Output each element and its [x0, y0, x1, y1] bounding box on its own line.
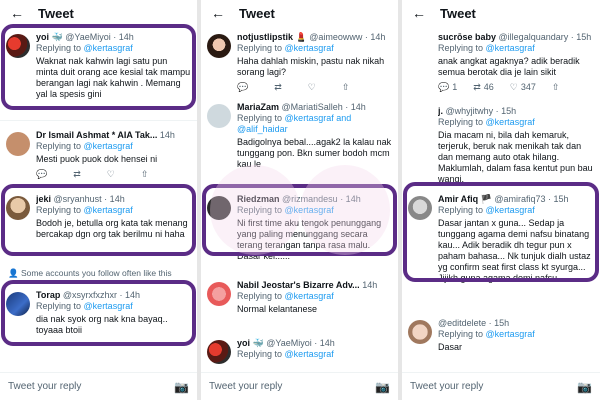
author-line: MariaZam @MariatiSalleh · 14h [237, 102, 366, 112]
header: ← Tweet [201, 0, 398, 26]
tweet-thread-panel-3: ← Tweet sucrōse baby @illegalquandary · … [402, 0, 600, 400]
like-icon[interactable]: ♡ [308, 82, 316, 93]
share-icon[interactable]: ⇧ [342, 82, 350, 93]
retweet-icon[interactable]: ⇄ [73, 169, 81, 180]
reply-icon[interactable]: 💬 [237, 82, 248, 93]
tweet-text: Mesti puok puok dok hensei ni [36, 154, 158, 164]
avatar[interactable] [408, 108, 432, 132]
retweet-icon[interactable]: ⇄ [274, 82, 282, 93]
like-count[interactable]: ♡ 347 [510, 82, 536, 93]
reply-tweet[interactable]: notjustlipstik 💄 @aimeowww · 14h Replyin… [201, 28, 398, 93]
author-line: @editdelete · 15h [438, 318, 510, 328]
share-icon[interactable]: ⇧ [141, 169, 149, 180]
avatar[interactable] [207, 34, 231, 58]
avatar[interactable] [207, 104, 231, 128]
tweet-thread-panel-2: ← Tweet notjustlipstik 💄 @aimeowww · 14h… [201, 0, 398, 400]
screenshot-collage: ← Tweet yoi 🐳 @YaeMiyoi · 14h Replying t… [0, 0, 600, 400]
reply-composer[interactable]: Tweet your reply 📷 [402, 372, 600, 400]
tweet-text: Normal kelantanese [237, 304, 318, 314]
reply-input-placeholder[interactable]: Tweet your reply [8, 381, 81, 392]
reply-tweet[interactable]: @editdelete · 15h Replying to @kertasgra… [402, 314, 600, 353]
tweet-thread-panel-1: ← Tweet yoi 🐳 @YaeMiyoi · 14h Replying t… [0, 0, 197, 400]
reply-tweet[interactable]: Nabil Jeostar's Bizarre Adv... 14h Reply… [201, 276, 398, 315]
like-icon[interactable]: ♡ [107, 169, 115, 180]
reply-icon[interactable]: 💬 [36, 169, 47, 180]
tweet-text: Badigolnya bebal....agak2 la kalau nak t… [237, 137, 392, 169]
camera-icon[interactable]: 📷 [375, 380, 390, 394]
avatar[interactable] [207, 340, 231, 364]
tweet-text: anak angkat agaknya? adik beradik semua … [438, 56, 580, 77]
replying-to: Replying to @kertasgraf [438, 329, 535, 339]
replying-to: Replying to @kertasgraf [237, 349, 334, 359]
reply-tweet[interactable]: Dr Ismail Ashmat * AIA Tak... 14h Replyi… [0, 126, 197, 180]
avatar[interactable] [6, 132, 30, 156]
divider [0, 120, 197, 121]
reply-tweet[interactable]: MariaZam @MariatiSalleh · 14h Replying t… [201, 98, 398, 170]
highlight-box [1, 280, 196, 346]
back-arrow-icon[interactable]: ← [412, 5, 426, 21]
highlight-box [202, 184, 397, 256]
reply-tweet[interactable]: sucrōse baby @illegalquandary · 15h Repl… [402, 28, 600, 93]
replying-to: Replying to @kertasgraf and @alif_haidar [237, 113, 352, 134]
reply-tweet[interactable]: yoi 🐳 @YaeMiyoi · 14h Replying to @kerta… [201, 334, 398, 364]
tweet-actions: 💬 1 ⇄ 46 ♡ 347 ⇧ [438, 82, 594, 93]
tweet-text: Dia macam ni, bila dah kemaruk, terjeruk… [438, 130, 593, 184]
author-line: notjustlipstik 💄 @aimeowww · 14h [237, 32, 386, 42]
replying-to: Replying to @kertasgraf [438, 43, 535, 53]
author-line: Dr Ismail Ashmat * AIA Tak... 14h [36, 130, 175, 140]
replying-to: Replying to @kertasgraf [36, 141, 133, 151]
reply-input-placeholder[interactable]: Tweet your reply [209, 381, 282, 392]
back-arrow-icon[interactable]: ← [10, 5, 24, 21]
reply-composer[interactable]: Tweet your reply 📷 [0, 372, 197, 400]
follow-note: 👤 Some accounts you follow often like th… [8, 268, 172, 278]
share-icon[interactable]: ⇧ [552, 82, 560, 93]
avatar[interactable] [408, 320, 432, 344]
page-title: Tweet [38, 5, 74, 21]
replying-to: Replying to @kertasgraf [237, 43, 334, 53]
avatar[interactable] [408, 34, 432, 58]
camera-icon[interactable]: 📷 [174, 380, 189, 394]
reply-input-placeholder[interactable]: Tweet your reply [410, 381, 483, 392]
reply-composer[interactable]: Tweet your reply 📷 [201, 372, 398, 400]
page-title: Tweet [239, 5, 275, 21]
author-line: j. @whyjitwhy · 15h [438, 106, 517, 116]
tweet-actions: 💬 ⇄ ♡ ⇧ [237, 82, 392, 93]
tweet-text: Haha dahlah miskin, pastu nak nikah sora… [237, 56, 385, 77]
author-line: sucrōse baby @illegalquandary · 15h [438, 32, 592, 42]
author-line: yoi 🐳 @YaeMiyoi · 14h [237, 338, 335, 348]
avatar[interactable] [207, 282, 231, 306]
highlight-box [403, 182, 599, 282]
camera-icon[interactable]: 📷 [577, 380, 592, 394]
page-title: Tweet [440, 5, 476, 21]
replying-to: Replying to @kertasgraf [237, 291, 334, 301]
tweet-text: Dasar [438, 342, 463, 352]
back-arrow-icon[interactable]: ← [211, 5, 225, 21]
header: ← Tweet [402, 0, 600, 26]
retweet-count[interactable]: ⇄ 46 [473, 82, 494, 93]
header: ← Tweet [0, 0, 197, 26]
reply-count[interactable]: 💬 1 [438, 82, 457, 93]
highlight-box [1, 184, 196, 256]
reply-tweet[interactable]: j. @whyjitwhy · 15h Replying to @kertasg… [402, 102, 600, 185]
highlight-box [1, 24, 196, 110]
author-line: Nabil Jeostar's Bizarre Adv... 14h [237, 280, 378, 290]
tweet-actions: 💬 ⇄ ♡ ⇧ [36, 169, 191, 180]
replying-to: Replying to @kertasgraf [438, 117, 535, 127]
